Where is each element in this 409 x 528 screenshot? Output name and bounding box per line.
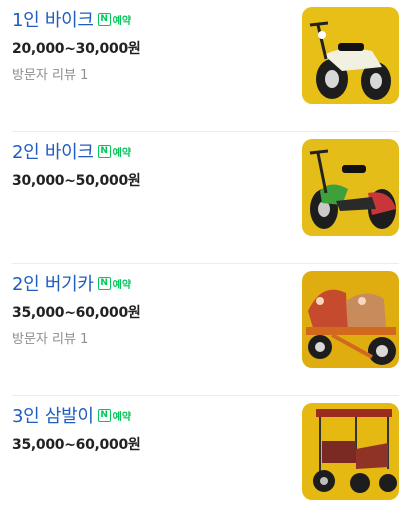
- item-price: 20,000~30,000원: [12, 41, 141, 57]
- booking-label: 예약: [112, 15, 132, 27]
- scooter-image: [302, 139, 399, 236]
- item-thumbnail[interactable]: [302, 271, 399, 368]
- naver-booking-badge[interactable]: N 예약: [97, 407, 132, 423]
- naver-n-icon: N: [97, 144, 111, 158]
- list-item[interactable]: 1인 바이크 N 예약 20,000~30,000원 방문자 리뷰 1: [0, 0, 409, 132]
- list-item[interactable]: 2인 바이크 N 예약 30,000~50,000원: [0, 132, 409, 264]
- item-thumbnail[interactable]: [302, 403, 399, 500]
- visitor-review-link[interactable]: 방문자 리뷰 1: [12, 328, 88, 347]
- naver-n-icon: N: [97, 276, 111, 290]
- item-title-row: 2인 바이크 N 예약: [12, 138, 131, 164]
- list-item[interactable]: 2인 버기카 N 예약 35,000~60,000원 방문자 리뷰 1: [0, 264, 409, 396]
- naver-n-icon: N: [97, 12, 111, 26]
- naver-booking-badge[interactable]: N 예약: [97, 275, 132, 291]
- item-title-row: 1인 바이크 N 예약: [12, 6, 131, 32]
- item-price: 30,000~50,000원: [12, 173, 141, 189]
- booking-label: 예약: [112, 411, 132, 423]
- item-title-link[interactable]: 3인 삼발이: [12, 402, 94, 428]
- item-title-link[interactable]: 2인 버기카: [12, 270, 94, 296]
- item-price: 35,000~60,000원: [12, 305, 141, 321]
- item-title-row: 2인 버기카 N 예약: [12, 270, 131, 296]
- item-thumbnail[interactable]: [302, 7, 399, 104]
- tricycle-image: [302, 403, 399, 500]
- item-thumbnail[interactable]: [302, 139, 399, 236]
- item-title-link[interactable]: 2인 바이크: [12, 138, 94, 164]
- naver-n-icon: N: [97, 408, 111, 422]
- booking-label: 예약: [112, 147, 132, 159]
- item-title-link[interactable]: 1인 바이크: [12, 6, 94, 32]
- naver-booking-badge[interactable]: N 예약: [97, 143, 132, 159]
- item-price: 35,000~60,000원: [12, 437, 141, 453]
- scooter-image: [302, 7, 399, 104]
- booking-label: 예약: [112, 279, 132, 291]
- list-item[interactable]: 3인 삼발이 N 예약 35,000~60,000원: [0, 396, 409, 528]
- item-title-row: 3인 삼발이 N 예약: [12, 402, 131, 428]
- visitor-review-link[interactable]: 방문자 리뷰 1: [12, 64, 88, 83]
- naver-booking-badge[interactable]: N 예약: [97, 11, 132, 27]
- product-list: 1인 바이크 N 예약 20,000~30,000원 방문자 리뷰 1 2인 바…: [0, 0, 409, 522]
- buggy-image: [302, 271, 399, 368]
